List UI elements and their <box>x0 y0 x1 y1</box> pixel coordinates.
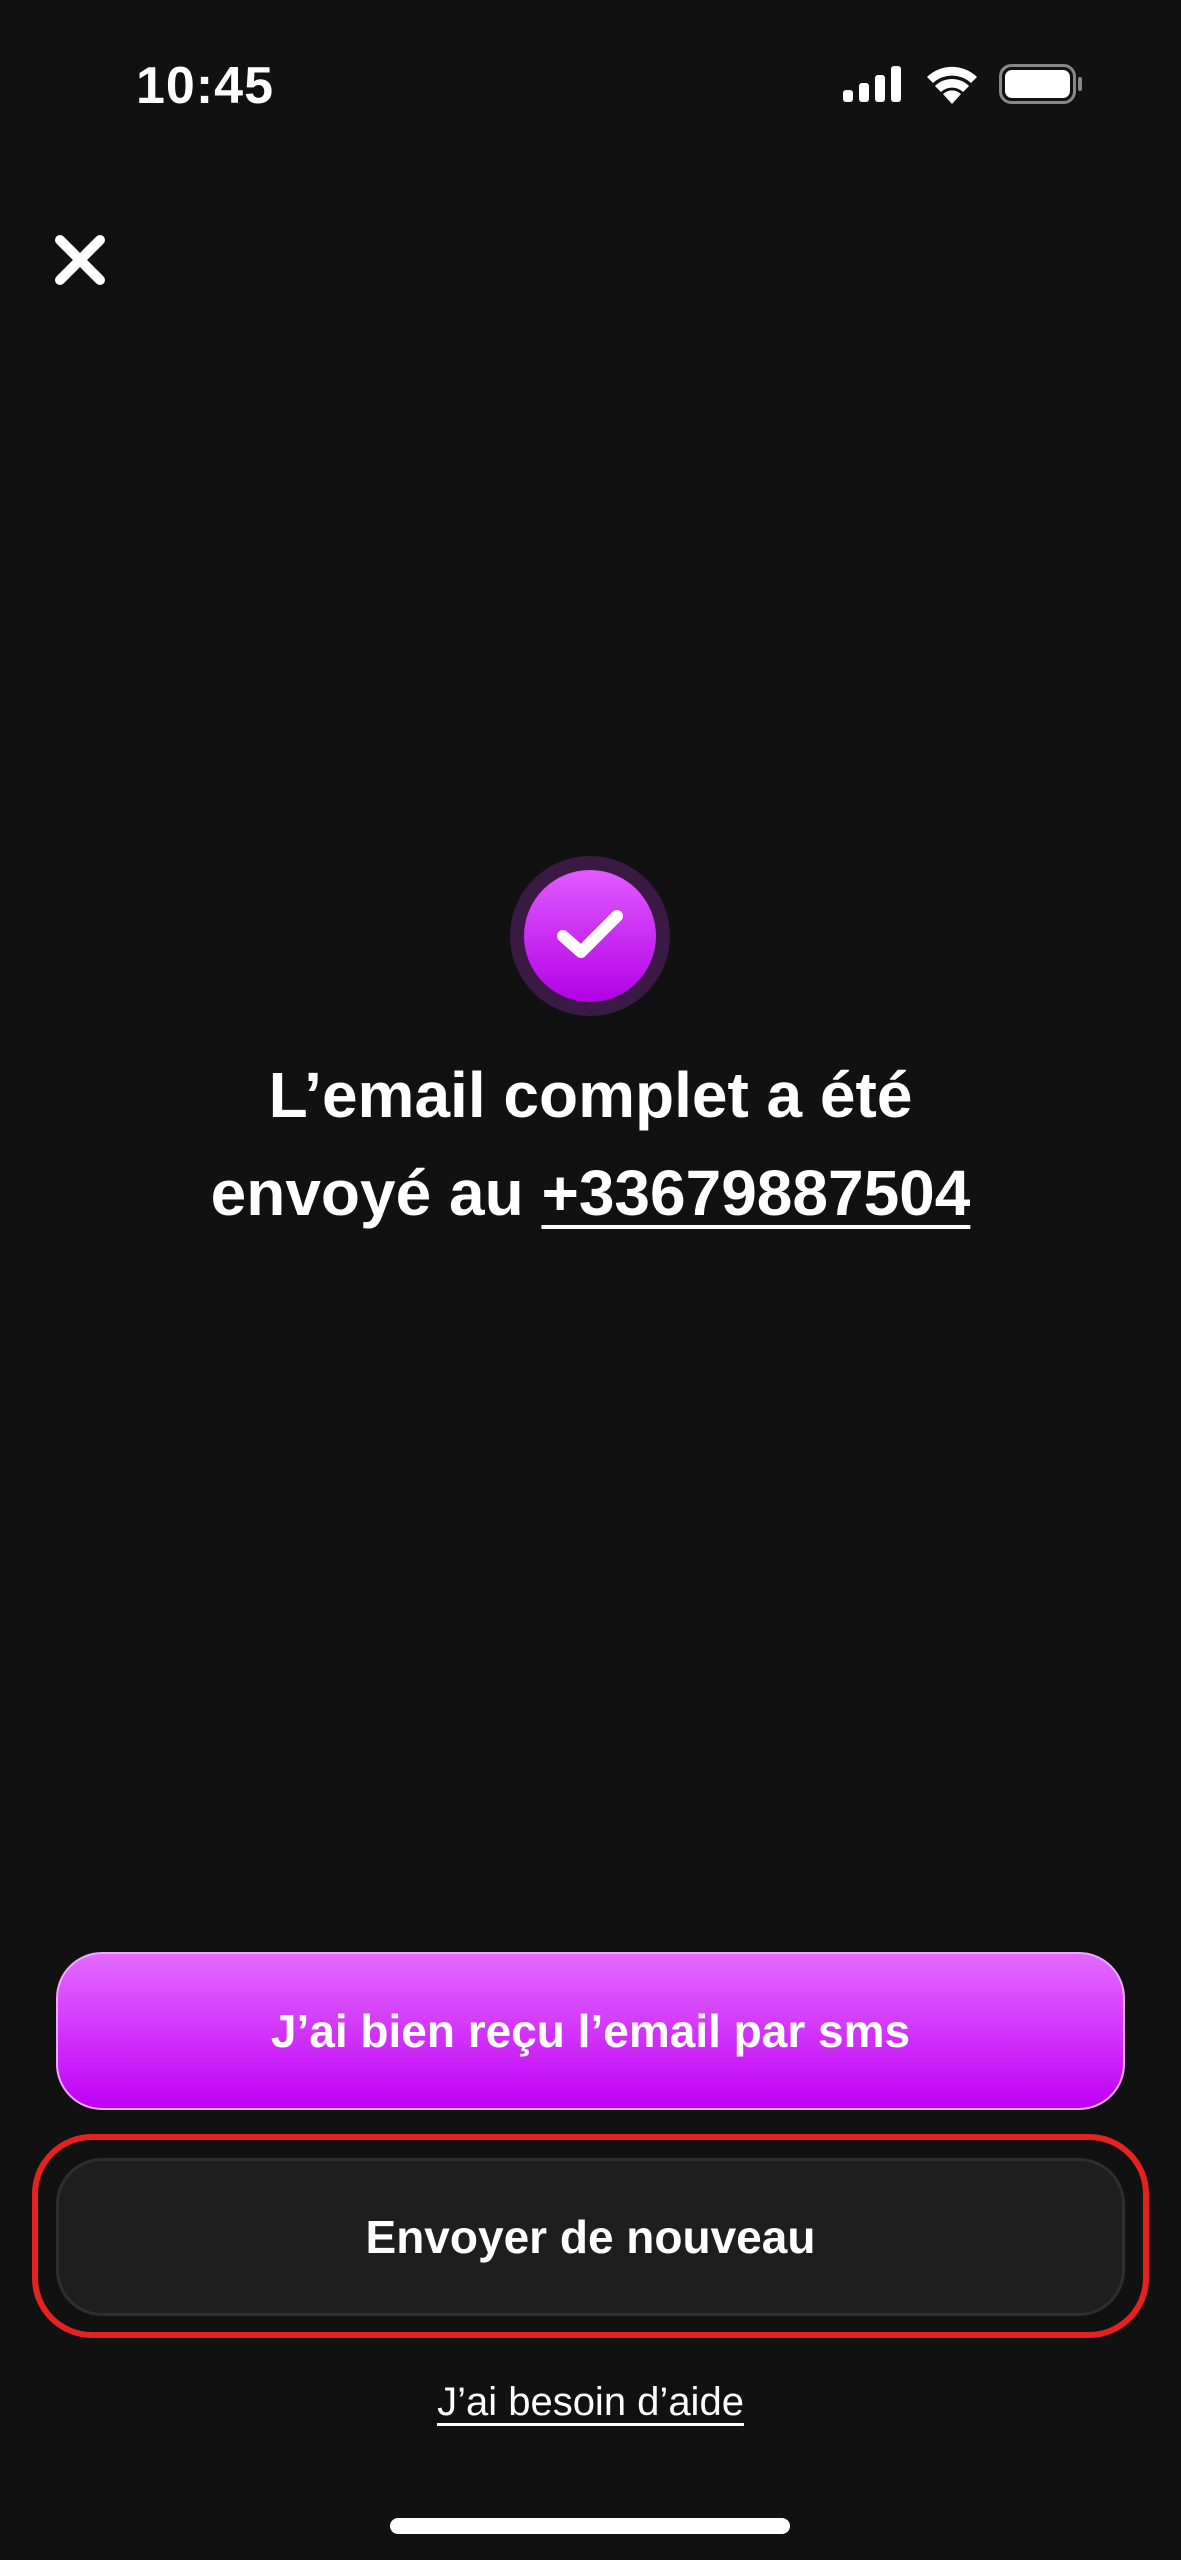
confirm-received-label: J’ai bien reçu l’email par sms <box>270 2005 911 2057</box>
resend-button[interactable]: Envoyer de nouveau <box>56 2158 1125 2316</box>
confirmation-prefix: envoyé au <box>210 1157 542 1229</box>
success-badge-inner <box>524 870 656 1002</box>
phone-number-link[interactable]: +33679887504 <box>541 1157 970 1229</box>
confirm-received-button[interactable]: J’ai bien reçu l’email par sms <box>56 1952 1125 2110</box>
cellular-signal-icon <box>843 66 905 107</box>
status-time: 10:45 <box>136 57 274 115</box>
battery-icon <box>999 64 1083 109</box>
confirmation-line-2: envoyé au +33679887504 <box>80 1144 1101 1242</box>
check-icon <box>555 906 625 967</box>
help-link-container: J’ai besoin d’aide <box>0 2380 1181 2425</box>
status-bar: 10:45 <box>0 0 1181 150</box>
resend-label: Envoyer de nouveau <box>365 2211 816 2263</box>
status-icons <box>843 64 1083 109</box>
wifi-icon <box>925 64 979 109</box>
close-button[interactable] <box>50 230 110 290</box>
confirmation-message: L’email complet a été envoyé au +3367988… <box>80 1046 1101 1242</box>
help-link[interactable]: J’ai besoin d’aide <box>437 2380 744 2424</box>
close-icon <box>50 235 110 294</box>
confirmation-line-1: L’email complet a été <box>268 1059 913 1131</box>
home-indicator[interactable] <box>390 2518 790 2534</box>
success-badge <box>510 856 670 1016</box>
